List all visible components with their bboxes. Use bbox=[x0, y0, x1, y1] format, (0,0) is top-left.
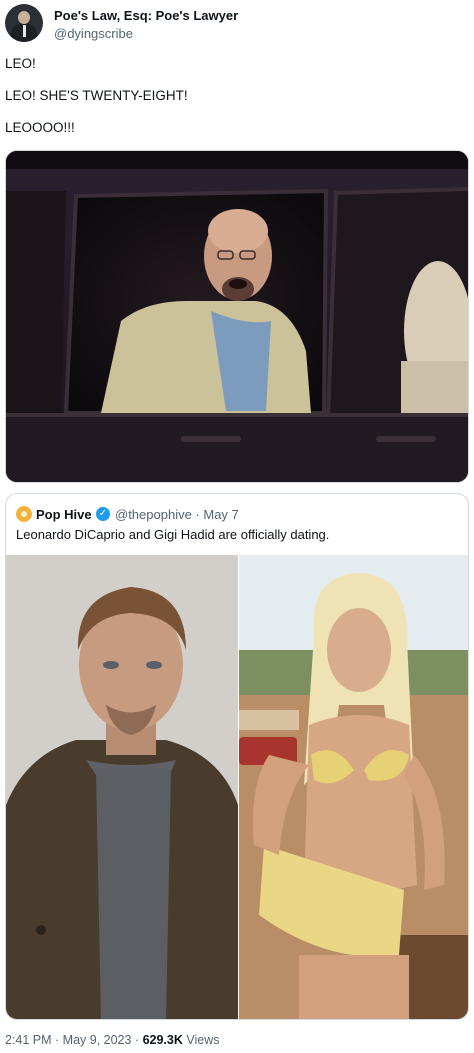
portrait-woman-photo bbox=[239, 555, 468, 1019]
views-label: Views bbox=[182, 1033, 220, 1047]
author-name[interactable]: Poe's Law, Esq: Poe's Lawyer bbox=[54, 8, 238, 23]
tweet-line-3: LEOOOO!!! bbox=[5, 120, 75, 135]
tweet-meta: 2:41 PM · May 9, 2023 · 629.3K Views bbox=[5, 1033, 219, 1047]
quoted-tweet[interactable]: Pop Hive ✓ @thepophive · May 7 Leonardo … bbox=[5, 493, 469, 1020]
quoted-author-avatar bbox=[16, 506, 32, 522]
timestamp[interactable]: 2:41 PM · May 9, 2023 · bbox=[5, 1033, 143, 1047]
tweet-line-1: LEO! bbox=[5, 56, 36, 71]
tweet-header: Poe's Law, Esq: Poe's Lawyer @dyingscrib… bbox=[5, 4, 469, 46]
quoted-images bbox=[6, 555, 468, 1019]
quoted-image-right[interactable] bbox=[239, 555, 468, 1019]
author-avatar[interactable] bbox=[5, 4, 43, 42]
views-count: 629.3K bbox=[142, 1033, 183, 1047]
car-window-photo bbox=[6, 151, 468, 482]
quoted-author-name: Pop Hive bbox=[36, 507, 92, 522]
quoted-text: Leonardo DiCaprio and Gigi Hadid are off… bbox=[16, 527, 330, 542]
verified-badge-icon: ✓ bbox=[96, 507, 110, 521]
author-handle[interactable]: @dyingscribe bbox=[54, 26, 133, 41]
tweet-image[interactable] bbox=[5, 150, 469, 483]
portrait-man-photo bbox=[6, 555, 238, 1019]
tweet-text: LEO! LEO! SHE'S TWENTY-EIGHT! LEOOOO!!! bbox=[5, 56, 465, 152]
quoted-image-left[interactable] bbox=[6, 555, 238, 1019]
tweet-line-2: LEO! SHE'S TWENTY-EIGHT! bbox=[5, 88, 188, 103]
quoted-handle-date: @thepophive · May 7 bbox=[115, 507, 239, 522]
